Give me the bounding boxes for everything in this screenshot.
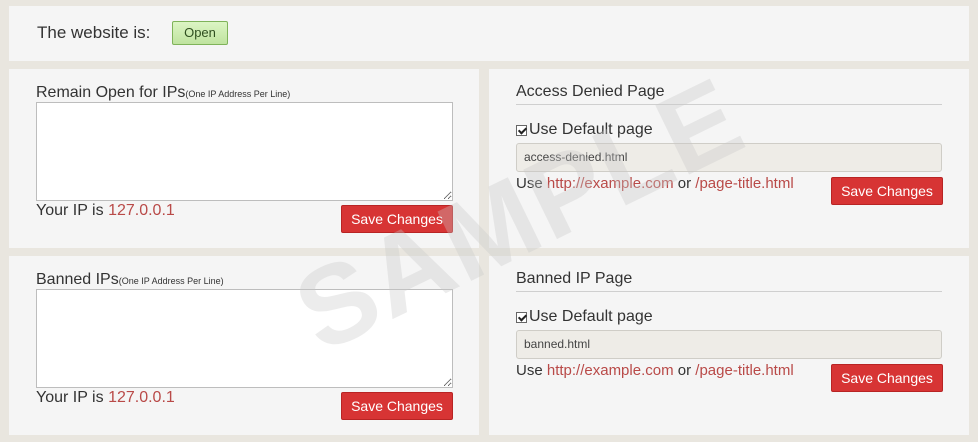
banned-ips-subtitle: (One IP Address Per Line) <box>118 276 224 286</box>
your-ip-label: Your IP is <box>36 389 104 406</box>
banned-page-default-checkbox[interactable] <box>516 311 527 323</box>
access-denied-hint: Use http://example.com or /page-title.ht… <box>516 175 794 192</box>
hint-or-text: or <box>677 175 692 192</box>
access-denied-default-row[interactable]: Use Default page <box>516 121 653 139</box>
banned-ips-title: Banned IPs(One IP Address Per Line) <box>36 271 224 289</box>
remain-open-ips-textarea[interactable] <box>36 102 453 201</box>
hint-use-text: Use <box>516 175 543 192</box>
banned-ips-textarea[interactable] <box>36 289 453 388</box>
banned-page-hint: Use http://example.com or /page-title.ht… <box>516 362 794 379</box>
access-denied-heading: Access Denied Page <box>516 83 942 105</box>
page-title-link[interactable]: /page-title.html <box>695 175 793 192</box>
site-status-label: The website is: <box>37 23 151 42</box>
banned-ips-title-text: Banned IPs <box>36 271 119 288</box>
banned-page-default-row[interactable]: Use Default page <box>516 308 653 326</box>
example-url-link[interactable]: http://example.com <box>547 362 674 379</box>
your-ip-label: Your IP is <box>36 202 104 219</box>
access-denied-page-input[interactable]: access-denied.html <box>516 143 942 172</box>
banned-ips-save-button[interactable]: Save Changes <box>341 392 453 420</box>
remain-open-title: Remain Open for IPs(One IP Address Per L… <box>36 84 290 102</box>
remain-open-panel: Remain Open for IPs(One IP Address Per L… <box>9 69 479 248</box>
banned-ips-your-ip: Your IP is 127.0.0.1 <box>36 389 175 407</box>
banned-ips-panel: Banned IPs(One IP Address Per Line) Your… <box>9 256 479 435</box>
access-denied-panel: Access Denied Page Use Default page acce… <box>489 69 969 248</box>
site-open-toggle-button[interactable]: Open <box>172 21 228 45</box>
banned-page-default-label: Use Default page <box>529 308 653 325</box>
banned-page-input[interactable]: banned.html <box>516 330 942 359</box>
example-url-link[interactable]: http://example.com <box>547 175 674 192</box>
remain-open-subtitle: (One IP Address Per Line) <box>185 89 291 99</box>
remain-open-your-ip: Your IP is 127.0.0.1 <box>36 202 175 220</box>
site-status-panel: The website is: Open <box>9 6 969 61</box>
access-denied-default-checkbox[interactable] <box>516 124 527 136</box>
hint-use-text: Use <box>516 362 543 379</box>
access-denied-save-button[interactable]: Save Changes <box>831 177 943 205</box>
page-title-link[interactable]: /page-title.html <box>695 362 793 379</box>
remain-open-save-button[interactable]: Save Changes <box>341 205 453 233</box>
hint-or-text: or <box>677 362 692 379</box>
your-ip-value: 127.0.0.1 <box>108 389 175 406</box>
banned-page-heading: Banned IP Page <box>516 270 942 292</box>
banned-page-save-button[interactable]: Save Changes <box>831 364 943 392</box>
your-ip-value: 127.0.0.1 <box>108 202 175 219</box>
banned-page-panel: Banned IP Page Use Default page banned.h… <box>489 256 969 435</box>
remain-open-title-text: Remain Open for IPs <box>36 84 186 101</box>
access-denied-default-label: Use Default page <box>529 121 653 138</box>
